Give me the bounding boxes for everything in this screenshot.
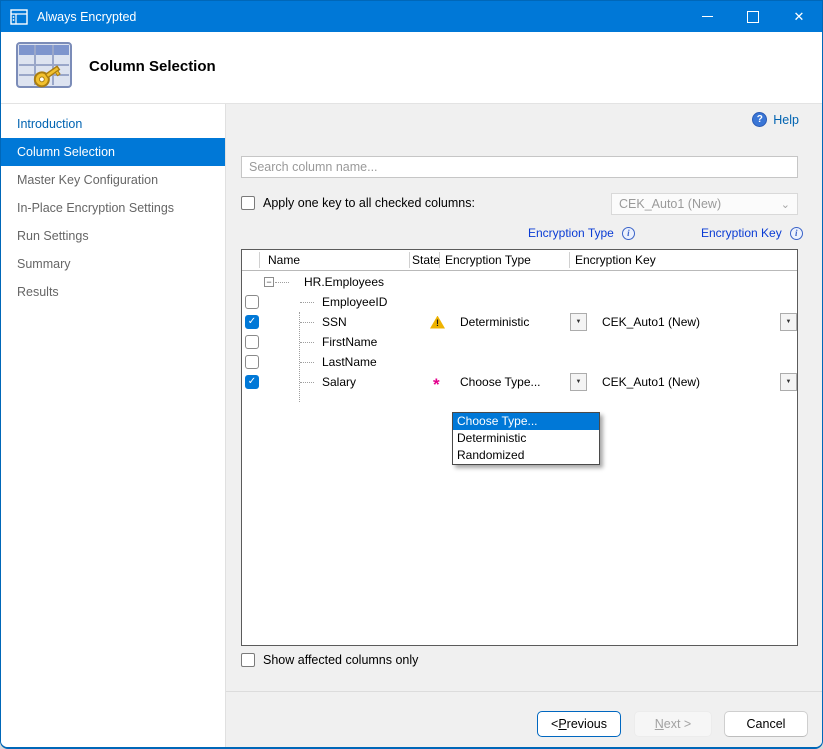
title-bar: Always Encrypted ✕ [1,1,822,32]
encryption-key-dropdown-button[interactable]: ▼ [780,373,797,391]
encryption-type-value: Deterministic [460,312,529,332]
row-checkbox[interactable]: ✓ [245,335,259,349]
table-row: ✓ LastName [242,352,797,372]
page-title: Column Selection [89,58,216,75]
encryption-key-link-label: Encryption Key [701,226,782,240]
window-title: Always Encrypted [37,10,136,24]
table-row-group: − HR.Employees [242,272,797,292]
previous-button[interactable]: < Previous [537,711,621,737]
sidebar-item-master-key[interactable]: Master Key Configuration [1,166,225,194]
maximize-button[interactable] [730,1,776,32]
dropdown-option[interactable]: Randomized [453,447,599,464]
help-label: Help [773,113,799,127]
dropdown-arrow-icon: ▼ [786,379,792,385]
cancel-button[interactable]: Cancel [724,711,808,737]
next-button[interactable]: Next > [634,711,712,737]
encryption-key-value: CEK_Auto1 (New) [602,372,700,392]
close-icon: ✕ [794,10,805,23]
apply-one-key-label: Apply one key to all checked columns: [263,196,475,210]
dropdown-arrow-icon: ▼ [576,319,582,325]
chevron-down-icon: ⌄ [781,198,790,211]
dropdown-option[interactable]: Choose Type... [453,413,599,430]
sidebar-item-summary[interactable]: Summary [1,250,225,278]
minimize-button[interactable] [684,1,730,32]
content-pane: ? Help Apply one key to all checked colu… [226,104,823,749]
sidebar-item-run-settings[interactable]: Run Settings [1,222,225,250]
table-header-row: Name State Encryption Type Encryption Ke… [242,250,797,271]
sidebar-item-inplace-settings[interactable]: In-Place Encryption Settings [1,194,225,222]
header-state: State [412,250,440,270]
header-encryption-key: Encryption Key [575,250,656,270]
sidebar-item-introduction[interactable]: Introduction [1,110,225,138]
apply-one-key-checkbox[interactable] [241,196,255,210]
table-row: ✓ Salary * Choose Type... ▼ CEK_Auto1 (N… [242,372,797,392]
dropdown-arrow-icon: ▼ [576,379,582,385]
encryption-type-link[interactable]: Encryption Type i [528,226,635,240]
header-name: Name [268,250,300,270]
table-row: ✓ FirstName [242,332,797,352]
header-encryption-type: Encryption Type [445,250,531,270]
encryption-type-dropdown-list: Choose Type... Deterministic Randomized [452,412,600,465]
row-checkbox[interactable]: ✓ [245,355,259,369]
show-affected-checkbox[interactable] [241,653,255,667]
table-row: ✓ EmployeeID [242,292,797,312]
encryption-key-value: CEK_Auto1 (New) [602,312,700,332]
column-name: FirstName [322,332,377,352]
wizard-header: Column Selection [1,32,822,104]
always-encrypted-wizard: Always Encrypted ✕ Column Selection Intr [0,0,823,749]
required-asterisk-icon: * [433,380,440,390]
row-checkbox[interactable]: ✓ [245,315,259,329]
encryption-type-dropdown-button[interactable]: ▼ [570,373,587,391]
info-icon[interactable]: i [790,227,803,240]
encryption-type-value: Choose Type... [460,372,541,392]
tree-collapse-icon[interactable]: − [264,277,274,287]
encryption-key-dropdown-button[interactable]: ▼ [780,313,797,331]
column-name: Salary [322,372,356,392]
help-link[interactable]: ? Help [752,112,799,127]
minimize-icon [702,16,713,17]
column-name: SSN [322,312,347,332]
dropdown-arrow-icon: ▼ [786,319,792,325]
sidebar-item-results[interactable]: Results [1,278,225,306]
apply-key-combobox[interactable]: CEK_Auto1 (New) ⌄ [611,193,798,215]
show-affected-label: Show affected columns only [263,653,418,667]
column-name: LastName [322,352,377,372]
table-row: ✓ SSN ! Deterministic ▼ CEK_Auto1 (New) … [242,312,797,332]
columns-table: Name State Encryption Type Encryption Ke… [241,249,798,646]
encryption-key-link[interactable]: Encryption Key i [701,226,803,240]
apply-key-value: CEK_Auto1 (New) [619,197,721,211]
warning-icon: ! [430,316,445,329]
column-name: EmployeeID [322,292,387,312]
row-checkbox[interactable]: ✓ [245,375,259,389]
wizard-steps-sidebar: Introduction Column Selection Master Key… [1,104,226,749]
encryption-type-link-label: Encryption Type [528,226,614,240]
dropdown-option[interactable]: Deterministic [453,430,599,447]
maximize-icon [747,11,759,23]
help-icon: ? [752,112,767,127]
group-name: HR.Employees [304,272,384,292]
row-checkbox[interactable]: ✓ [245,295,259,309]
table-key-icon [13,39,77,95]
search-input[interactable] [241,156,798,178]
app-icon [10,9,28,25]
info-icon[interactable]: i [622,227,635,240]
footer-divider [226,691,823,692]
table-body: − HR.Employees ✓ EmployeeID ✓ SSN ! Dete… [242,271,797,645]
sidebar-item-column-selection[interactable]: Column Selection [1,138,225,166]
encryption-type-dropdown-button[interactable]: ▼ [570,313,587,331]
close-button[interactable]: ✕ [776,1,822,32]
